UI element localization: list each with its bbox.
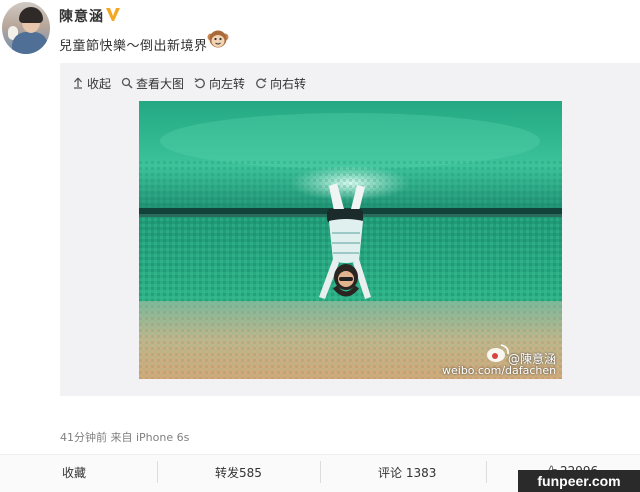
verified-icon — [106, 8, 120, 21]
action-divider — [320, 461, 321, 483]
post-timestamp[interactable]: 41分钟前 来自 iPhone 6s — [60, 429, 189, 445]
rotate-right-button[interactable]: 向右转 — [255, 75, 306, 92]
rotate-right-label: 向右转 — [270, 76, 307, 91]
collapse-label: 收起 — [87, 76, 112, 91]
comment-button[interactable]: 评论 1383 — [378, 464, 436, 481]
site-watermark: funpeer.com — [518, 470, 640, 492]
photo-watermark-url: weibo.com/dafachen — [442, 364, 557, 377]
view-large-label: 查看大图 — [136, 76, 185, 91]
view-large-button[interactable]: 查看大图 — [121, 75, 184, 92]
rotate-left-label: 向左转 — [209, 76, 246, 91]
favorite-button[interactable]: 收藏 — [62, 464, 86, 481]
rotate-left-button[interactable]: 向左转 — [194, 75, 245, 92]
media-toolbar: 收起 查看大图 向左转 向右转 — [72, 75, 316, 91]
post-text: 兒童節快樂～倒出新境界 — [59, 39, 208, 54]
avatar[interactable] — [2, 2, 50, 54]
username[interactable]: 陳意涵 — [59, 6, 104, 26]
post-photo[interactable]: @陳意涵 weibo.com/dafachen — [139, 101, 562, 379]
monkey-face-emoji-icon — [207, 30, 229, 48]
repost-button[interactable]: 转发585 — [215, 464, 262, 481]
pool-photo-image — [139, 101, 562, 379]
arrow-up-icon — [74, 77, 82, 89]
collapse-button[interactable]: 收起 — [72, 75, 111, 92]
rotate-right-icon — [256, 78, 267, 89]
action-divider — [486, 461, 487, 483]
action-divider — [157, 461, 158, 483]
avatar-body — [12, 32, 48, 54]
search-icon — [121, 77, 133, 89]
rotate-left-icon — [194, 78, 205, 89]
avatar-hair — [19, 7, 43, 23]
